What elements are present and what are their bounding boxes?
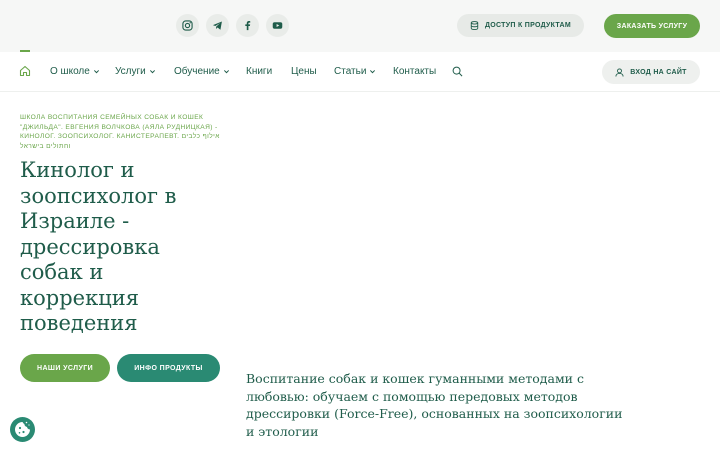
- order-service-label: Заказать услугу: [616, 22, 688, 30]
- youtube-icon: [272, 22, 283, 29]
- hero-description: Воспитание собак и кошек гуманными метод…: [246, 371, 623, 439]
- access-products-button[interactable]: Доступ к продуктам: [457, 14, 584, 37]
- nav-item-label: Статьи: [334, 66, 367, 77]
- chevron-down-icon: [223, 70, 229, 74]
- chevron-down-icon: [149, 70, 155, 74]
- nav-item-label: Обучение: [174, 66, 220, 77]
- info-products-button[interactable]: Инфо продукты: [117, 354, 220, 382]
- chevron-down-icon: [93, 70, 99, 74]
- nav-item-contacts[interactable]: Контакты: [393, 66, 436, 77]
- nav-item-books[interactable]: Книги: [246, 66, 272, 77]
- access-products-label: Доступ к продуктам: [484, 22, 572, 29]
- telegram-link[interactable]: [206, 14, 229, 37]
- hero-subtitle: Школа воспитания семейных собак и кошек …: [20, 114, 220, 150]
- nav-item-prices[interactable]: Цены: [291, 66, 317, 77]
- user-icon: [615, 67, 624, 77]
- instagram-icon: [182, 20, 193, 31]
- login-button[interactable]: Вход на сайт: [602, 60, 700, 84]
- nav-item-label: Книги: [246, 66, 273, 77]
- nav-item-label: Услуги: [115, 66, 146, 77]
- main-nav: О школе Услуги Обучение Книги Цены Стать…: [0, 52, 720, 92]
- nav-item-about[interactable]: О школе: [50, 66, 100, 77]
- login-label: Вход на сайт: [630, 68, 687, 76]
- cookie-icon: [15, 421, 30, 437]
- nav-item-label: Цены: [291, 66, 317, 77]
- youtube-link[interactable]: [266, 14, 289, 37]
- cookie-settings-button[interactable]: [10, 417, 35, 442]
- nav-item-label: О школе: [50, 66, 90, 77]
- page-title: Кинолог и зоопсихолог в Израиле - дресси…: [20, 158, 177, 335]
- info-products-label: Инфо продукты: [134, 364, 203, 372]
- order-service-button[interactable]: Заказать услугу: [604, 14, 700, 38]
- nav-item-label: Контакты: [393, 66, 437, 77]
- database-icon: [470, 21, 479, 30]
- our-services-label: Наши услуги: [36, 364, 94, 372]
- nav-item-services[interactable]: Услуги: [115, 66, 156, 77]
- chevron-down-icon: [370, 70, 376, 74]
- social-links: [176, 14, 289, 37]
- instagram-link[interactable]: [176, 14, 199, 37]
- nav-item-articles[interactable]: Статьи: [334, 66, 376, 77]
- our-services-button[interactable]: Наши услуги: [20, 354, 110, 382]
- facebook-icon: [245, 21, 251, 31]
- telegram-icon: [212, 21, 222, 30]
- home-icon[interactable]: [19, 65, 31, 77]
- nav-item-education[interactable]: Обучение: [174, 66, 230, 77]
- top-bar: Доступ к продуктам Заказать услугу: [0, 0, 720, 52]
- search-icon[interactable]: [452, 66, 463, 77]
- facebook-link[interactable]: [236, 14, 259, 37]
